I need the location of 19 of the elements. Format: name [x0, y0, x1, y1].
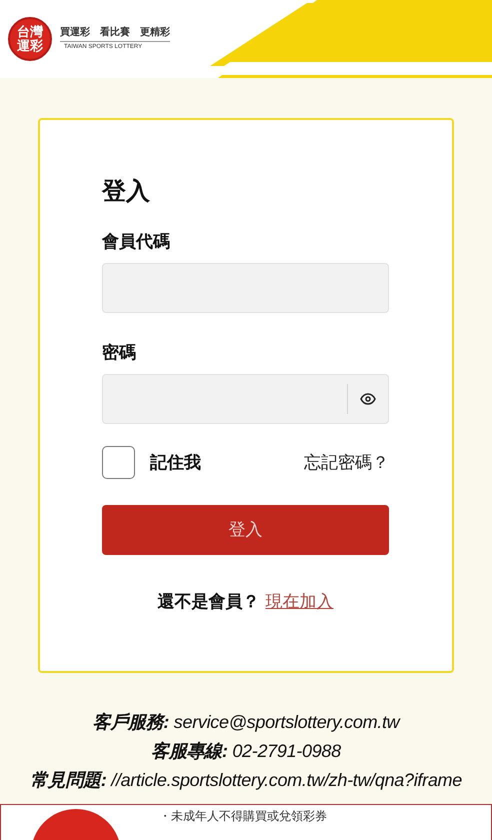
contact-line: 常見問題: //article.sportslottery.com.tw/zh-tw/qna?iframe: [30, 769, 462, 792]
remember-checkbox[interactable]: [102, 446, 135, 479]
contact-line: 客戶服務: service@sportslottery.com.tw: [92, 711, 400, 734]
signup-prompt: 還不是會員？: [158, 591, 260, 613]
remember-label: 記住我: [150, 452, 201, 474]
logo-text: 台灣: [17, 25, 43, 39]
signup-link[interactable]: 現在加入: [266, 589, 334, 614]
logo-text: 運彩: [17, 39, 43, 53]
contact-line: 客服專線: 02-2791-0988: [151, 740, 341, 763]
slogan: 買運彩 看比賽 更精彩: [60, 26, 170, 42]
notice-text: ・未成年人不得購買或兌領彩券: [159, 808, 327, 825]
password-field[interactable]: [102, 374, 389, 424]
login-title: 登入: [102, 177, 151, 207]
eye-icon[interactable]: [360, 393, 376, 405]
forgot-password-link[interactable]: 忘記密碼？: [304, 450, 389, 476]
member-id-field[interactable]: [102, 263, 389, 313]
login-button[interactable]: 登入: [102, 505, 389, 555]
field-label: 會員代碼: [102, 231, 171, 253]
field-label: 密碼: [102, 342, 137, 364]
